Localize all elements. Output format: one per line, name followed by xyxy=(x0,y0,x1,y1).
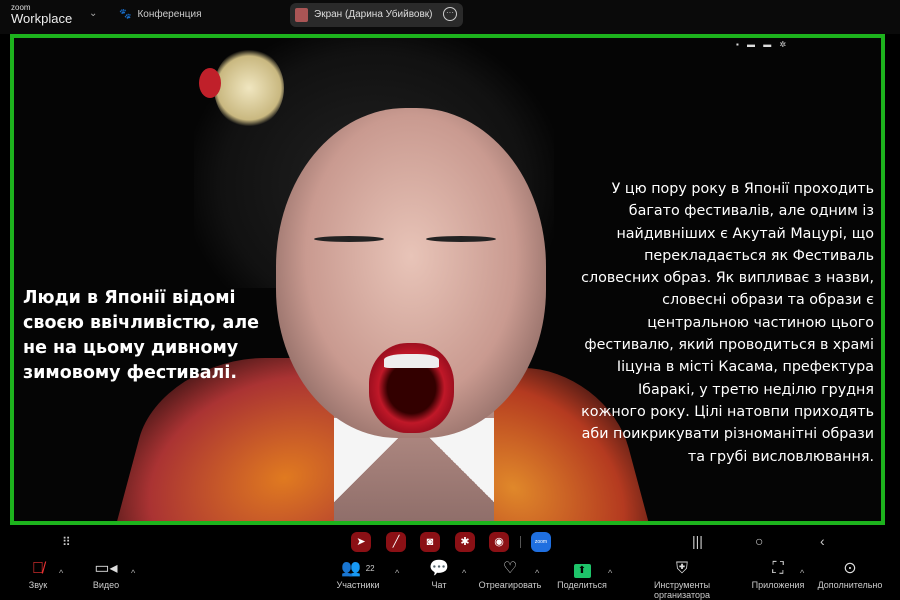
instagram-icon[interactable]: ◙ xyxy=(420,532,440,552)
camera-icon[interactable]: ◉ xyxy=(489,532,509,552)
screen-share-pill[interactable]: Экран (Дарина Убийвовк) ··· xyxy=(290,3,463,27)
participants-count: 22 xyxy=(365,564,375,573)
flower-icon[interactable]: ✱ xyxy=(455,532,475,552)
zoom-icon[interactable]: zoom xyxy=(531,532,551,552)
video-caret-icon[interactable]: ^ xyxy=(131,568,135,578)
sharer-avatar xyxy=(295,8,308,22)
more-options-icon[interactable]: ··· xyxy=(443,7,457,21)
conference-label: Конференция xyxy=(137,9,202,20)
paw-icon: 🐾 xyxy=(119,9,132,20)
screen-share-label: Экран (Дарина Убийвовк) xyxy=(314,9,433,20)
video-label: Видео xyxy=(92,580,120,590)
brush-icon[interactable]: ╱ xyxy=(386,532,406,552)
divider xyxy=(520,536,521,548)
home-icon[interactable]: ○ xyxy=(755,533,763,549)
more-button[interactable]: ⊙ Дополнительно xyxy=(800,558,900,590)
chevron-down-icon[interactable]: ⌄ xyxy=(89,8,97,19)
sharing-controls[interactable]: ▪ ▬ ▬ ✲ xyxy=(736,40,789,49)
slide-left-text: Люди в Японії відомі своєю ввічливістю, … xyxy=(23,288,260,383)
zoom-app-label: zoom xyxy=(534,539,548,545)
share-caret-icon[interactable]: ^ xyxy=(608,568,612,578)
host-tools-label: Инструменты организатора xyxy=(653,580,711,600)
recent-apps-icon[interactable]: ||| xyxy=(692,533,703,549)
share-button[interactable]: ⬆ Поделиться xyxy=(532,558,632,590)
phone-nav-bar: ⠿ ➤ ╱ ◙ ✱ ◉ zoom ||| ○ ‹ xyxy=(0,528,900,556)
zoom-workplace-logo: zoom Workplace xyxy=(11,4,73,26)
app-grid-icon[interactable]: ⠿ xyxy=(62,535,71,549)
more-label: Дополнительно xyxy=(817,580,883,590)
shield-icon: ⛨ xyxy=(675,560,688,577)
video-button[interactable]: ▭◂ Видео xyxy=(56,558,156,590)
meeting-toolbar: 🎙̸ Звук ^ ▭◂ Видео ^ 👥 22 Участники ^ 💬 Чат … xyxy=(0,558,900,600)
shared-screen: ▪ ▬ ▬ ✲ Люди в Японії відомі своєю ввічл… xyxy=(10,34,885,525)
host-tools-button[interactable]: ⛨ Инструменты организатора xyxy=(632,558,732,600)
back-icon[interactable]: ‹ xyxy=(820,533,825,549)
share-label: Поделиться xyxy=(557,580,607,590)
video-camera-icon: ▭◂ xyxy=(94,560,118,577)
participants-icon: 👥 xyxy=(341,560,362,577)
slide-right-text: У цю пору року в Японії проходить багато… xyxy=(581,181,874,465)
top-bar: zoom Workplace ⌄ 🐾 Конференция Экран (Дар… xyxy=(0,0,900,34)
telegram-icon[interactable]: ➤ xyxy=(351,532,371,552)
conference-button[interactable]: 🐾 Конференция xyxy=(119,9,202,20)
share-arrow-icon: ⬆ xyxy=(573,564,591,578)
more-icon: ⊙ xyxy=(843,560,857,577)
logo-big: Workplace xyxy=(11,11,73,26)
